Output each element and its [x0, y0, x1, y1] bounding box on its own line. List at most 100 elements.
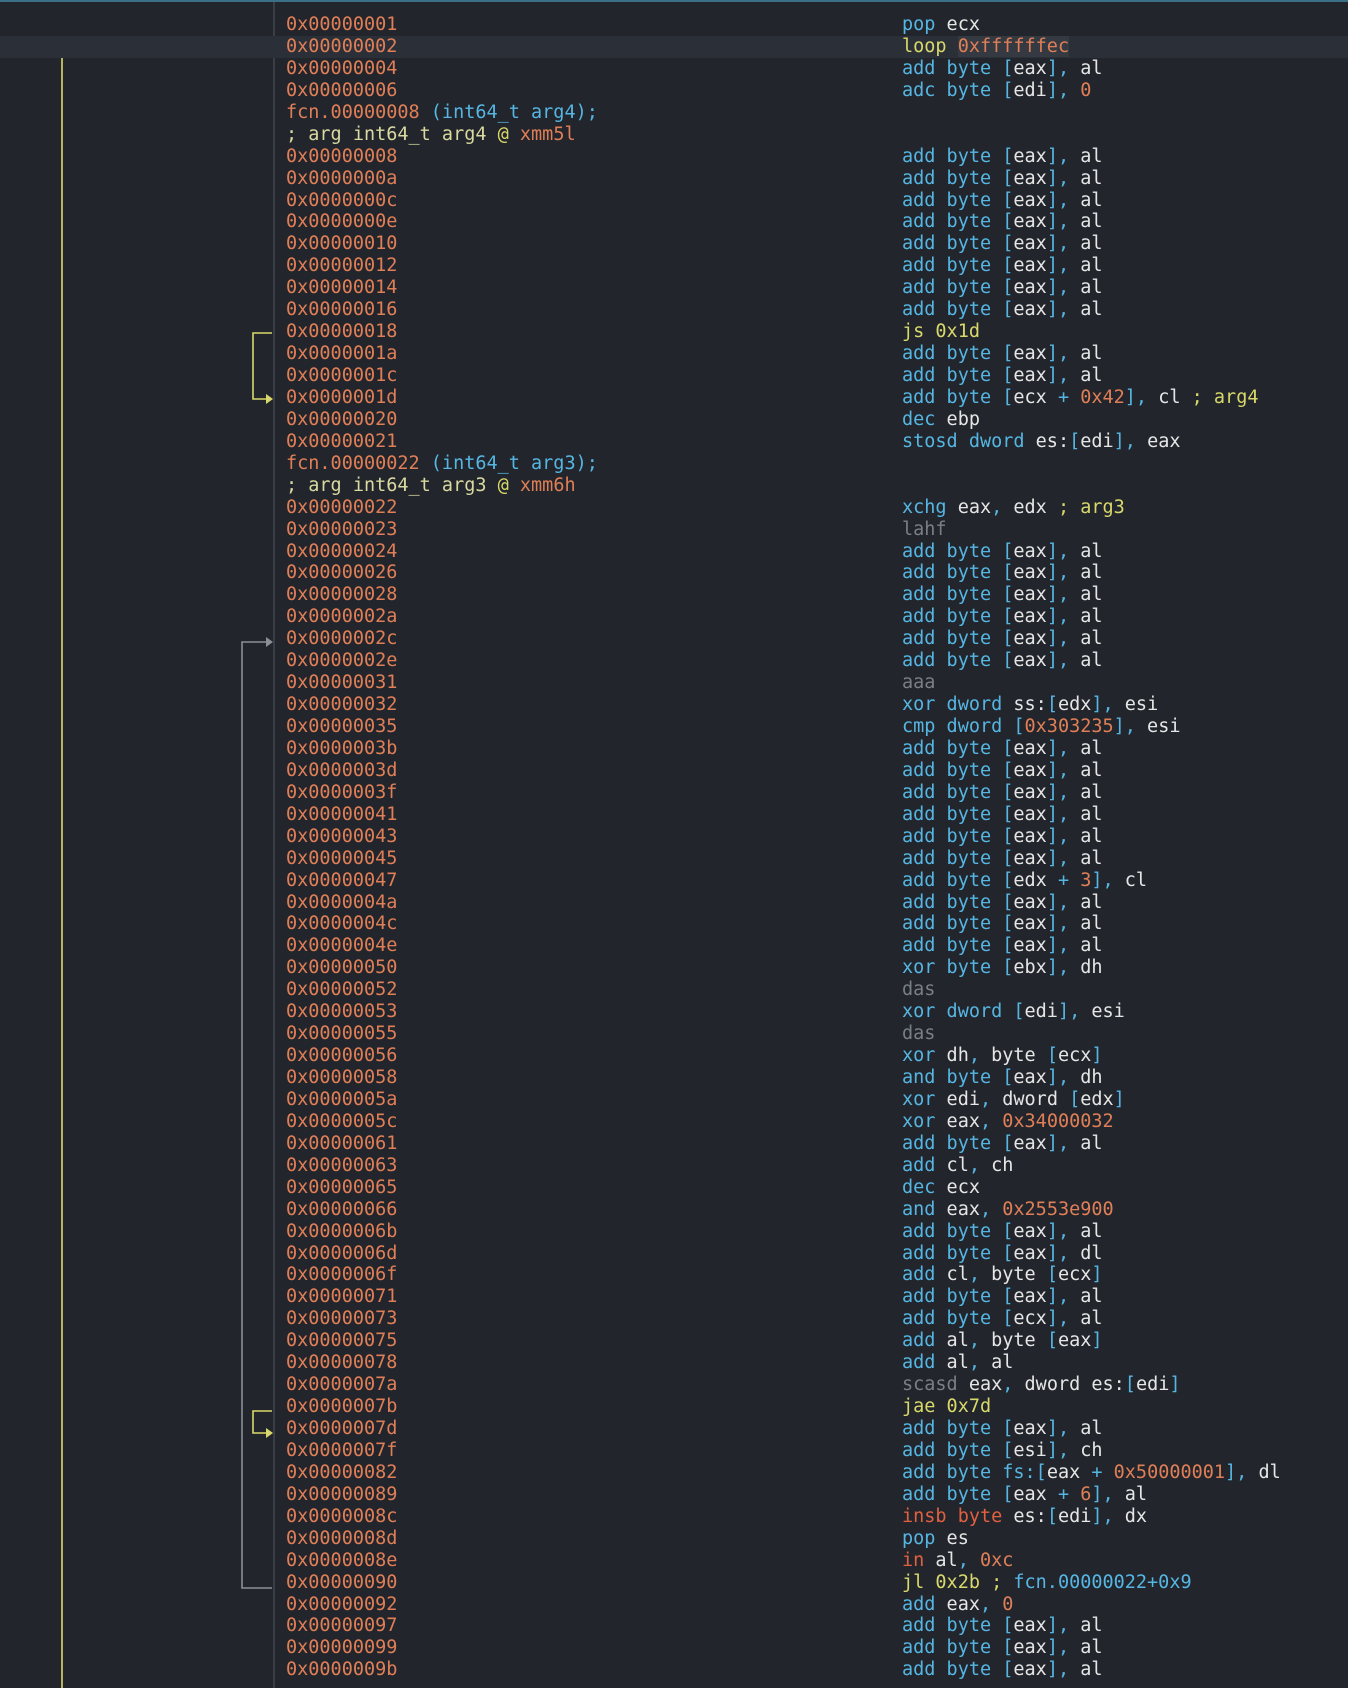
address[interactable]: 0x00000078 [286, 1352, 397, 1374]
instruction-row[interactable]: 0x00000002 loop 0xffffffec [0, 35, 1348, 58]
instruction-row[interactable]: 0x00000045 add byte [eax], al [0, 848, 1348, 870]
function-name[interactable]: fcn.00000008 [286, 102, 420, 123]
instruction-row[interactable]: 0x0000008e in al, 0xc [0, 1550, 1348, 1572]
instruction[interactable]: add byte [eax], dl [902, 1243, 1103, 1265]
instruction-row[interactable]: 0x0000001c add byte [eax], al [0, 365, 1348, 387]
address[interactable]: 0x00000035 [286, 716, 397, 738]
instruction-row[interactable]: 0x00000032 xor dword ss:[edx], esi [0, 694, 1348, 716]
instruction[interactable]: add byte [ecx + 0x42], cl ; arg4 [902, 387, 1258, 409]
instruction-row[interactable]: 0x0000007a scasd eax, dword es:[edi] [0, 1374, 1348, 1396]
instruction[interactable]: add byte [eax], al [902, 146, 1103, 168]
instruction-row[interactable]: 0x00000047 add byte [edx + 3], cl [0, 870, 1348, 892]
address[interactable]: 0x00000002 [286, 36, 397, 58]
address[interactable]: 0x00000097 [286, 1615, 397, 1637]
instruction[interactable]: loop 0xffffffec [902, 35, 1070, 58]
instruction[interactable]: add byte [eax], al [902, 58, 1103, 80]
address[interactable]: 0x00000016 [286, 299, 397, 321]
instruction[interactable]: add byte [eax], al [902, 168, 1103, 190]
instruction-row[interactable]: 0x00000055 das [0, 1023, 1348, 1045]
instruction[interactable]: add byte [eax], al [902, 606, 1103, 628]
instruction-row[interactable]: 0x0000007b jae 0x7d [0, 1396, 1348, 1418]
instruction-row[interactable]: 0x0000003d add byte [eax], al [0, 760, 1348, 782]
instruction-row[interactable]: 0x00000058 and byte [eax], dh [0, 1067, 1348, 1089]
address[interactable]: 0x0000009b [286, 1659, 397, 1681]
instruction-row[interactable]: 0x00000041 add byte [eax], al [0, 804, 1348, 826]
instruction[interactable]: stosd dword es:[edi], eax [902, 431, 1181, 453]
instruction[interactable]: xor dword ss:[edx], esi [902, 694, 1158, 716]
address[interactable]: 0x00000032 [286, 694, 397, 716]
instruction[interactable]: add byte [eax], al [902, 760, 1103, 782]
instruction-row[interactable]: 0x00000063 add cl, ch [0, 1155, 1348, 1177]
address[interactable]: 0x00000010 [286, 233, 397, 255]
instruction-row[interactable]: 0x00000092 add eax, 0 [0, 1594, 1348, 1616]
address[interactable]: 0x00000073 [286, 1308, 397, 1330]
address[interactable]: 0x00000024 [286, 541, 397, 563]
instruction-row[interactable]: 0x00000075 add al, byte [eax] [0, 1330, 1348, 1352]
instruction[interactable]: add byte [eax], al [902, 343, 1103, 365]
instruction-row[interactable]: 0x00000056 xor dh, byte [ecx] [0, 1045, 1348, 1067]
instruction-row[interactable]: 0x00000043 add byte [eax], al [0, 826, 1348, 848]
instruction[interactable]: add byte [ecx], al [902, 1308, 1103, 1330]
instruction-row[interactable]: 0x0000007f add byte [esi], ch [0, 1440, 1348, 1462]
instruction[interactable]: add byte [eax], al [902, 913, 1103, 935]
instruction-row[interactable]: 0x0000000e add byte [eax], al [0, 211, 1348, 233]
instruction-row[interactable]: 0x0000008d pop es [0, 1528, 1348, 1550]
instruction-row[interactable]: 0x0000009b add byte [eax], al [0, 1659, 1348, 1681]
instruction[interactable]: scasd eax, dword es:[edi] [902, 1374, 1181, 1396]
instruction[interactable]: add byte [eax], al [902, 541, 1103, 563]
address[interactable]: 0x00000031 [286, 672, 397, 694]
instruction[interactable]: xor dword [edi], esi [902, 1001, 1125, 1023]
address[interactable]: 0x00000021 [286, 431, 397, 453]
instruction[interactable]: add byte [eax], al [902, 848, 1103, 870]
address[interactable]: 0x0000002e [286, 650, 397, 672]
instruction[interactable]: adc byte [edi], 0 [902, 80, 1091, 102]
address[interactable]: 0x00000018 [286, 321, 397, 343]
instruction-row[interactable]: 0x00000014 add byte [eax], al [0, 277, 1348, 299]
instruction-row[interactable]: 0x00000071 add byte [eax], al [0, 1286, 1348, 1308]
address[interactable]: 0x00000008 [286, 146, 397, 168]
instruction[interactable]: dec ebp [902, 409, 980, 431]
instruction[interactable]: add byte [eax], al [902, 1637, 1103, 1659]
instruction-row[interactable]: 0x00000028 add byte [eax], al [0, 584, 1348, 606]
instruction-row[interactable]: 0x00000089 add byte [eax + 6], al [0, 1484, 1348, 1506]
instruction-row[interactable]: 0x00000065 dec ecx [0, 1177, 1348, 1199]
address[interactable]: 0x00000026 [286, 562, 397, 584]
address[interactable]: 0x0000000c [286, 190, 397, 212]
address[interactable]: 0x00000006 [286, 80, 397, 102]
instruction-row[interactable]: 0x00000001 pop ecx [0, 14, 1348, 36]
instruction-row[interactable]: 0x00000082 add byte fs:[eax + 0x50000001]… [0, 1462, 1348, 1484]
address[interactable]: 0x0000001c [286, 365, 397, 387]
instruction-row[interactable]: 0x00000050 xor byte [ebx], dh [0, 957, 1348, 979]
address[interactable]: 0x00000004 [286, 58, 397, 80]
instruction-row[interactable]: 0x0000000c add byte [eax], al [0, 190, 1348, 212]
address[interactable]: 0x00000099 [286, 1637, 397, 1659]
address[interactable]: 0x00000056 [286, 1045, 397, 1067]
instruction-row[interactable]: 0x0000002e add byte [eax], al [0, 650, 1348, 672]
address[interactable]: 0x00000061 [286, 1133, 397, 1155]
address[interactable]: 0x00000028 [286, 584, 397, 606]
address[interactable]: 0x0000007b [286, 1396, 397, 1418]
address[interactable]: 0x0000003b [286, 738, 397, 760]
instruction-row[interactable]: 0x00000012 add byte [eax], al [0, 255, 1348, 277]
instruction[interactable]: add byte [eax], al [902, 738, 1103, 760]
instruction[interactable]: jl 0x2b ; fcn.00000022+0x9 [902, 1572, 1192, 1594]
instruction-row[interactable]: 0x00000031 aaa [0, 672, 1348, 694]
instruction[interactable]: add byte [edx + 3], cl [902, 870, 1147, 892]
address[interactable]: 0x0000006b [286, 1221, 397, 1243]
instruction-row[interactable]: 0x00000097 add byte [eax], al [0, 1615, 1348, 1637]
instruction[interactable]: add cl, ch [902, 1155, 1013, 1177]
instruction[interactable]: add byte [eax], al [902, 804, 1103, 826]
instruction[interactable]: add byte [eax], al [902, 892, 1103, 914]
address[interactable]: 0x0000008e [286, 1550, 397, 1572]
instruction[interactable]: add byte [eax + 6], al [902, 1484, 1147, 1506]
address[interactable]: 0x00000012 [286, 255, 397, 277]
instruction[interactable]: xor edi, dword [edx] [902, 1089, 1125, 1111]
instruction[interactable]: add byte [eax], al [902, 1221, 1103, 1243]
instruction[interactable]: cmp dword [0x303235], esi [902, 716, 1180, 738]
instruction[interactable]: add byte [eax], al [902, 628, 1103, 650]
instruction-row[interactable]: 0x0000003f add byte [eax], al [0, 782, 1348, 804]
address[interactable]: 0x00000090 [286, 1572, 397, 1594]
address[interactable]: 0x00000055 [286, 1023, 397, 1045]
instruction-row[interactable]: 0x0000001a add byte [eax], al [0, 343, 1348, 365]
address[interactable]: 0x0000004a [286, 892, 397, 914]
